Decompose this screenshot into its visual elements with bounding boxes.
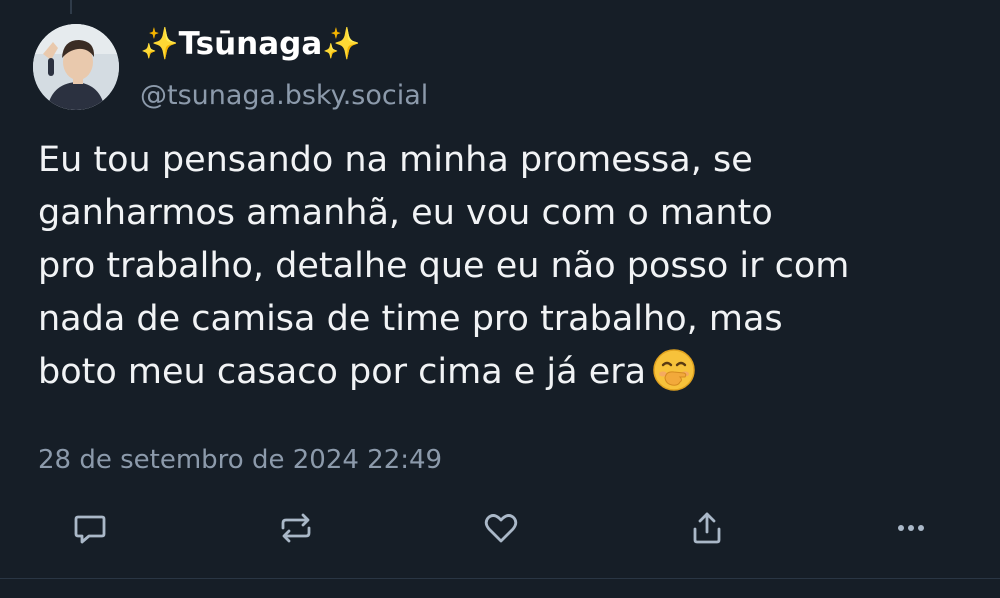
author-handle[interactable]: @tsunaga.bsky.social: [140, 76, 428, 116]
avatar-image: [33, 24, 119, 110]
speech-bubble-icon: [74, 515, 106, 544]
post-text-line: nada de camisa de time pro trabalho, mas: [38, 299, 783, 339]
post-timestamp: 28 de setembro de 2024 22:49: [38, 445, 443, 475]
post-text-line: ganharmos amanhã, eu vou com o manto: [38, 193, 773, 233]
post-text: Eu tou pensando na minha promessa, se ga…: [38, 134, 973, 399]
author-display-name[interactable]: ✨Tsūnaga✨: [140, 22, 361, 66]
more-options-button[interactable]: [888, 505, 934, 551]
avatar[interactable]: [33, 24, 119, 110]
post-text-line: Eu tou pensando na minha promessa, se: [38, 140, 753, 180]
post-view: ✨Tsūnaga✨ @tsunaga.bsky.social Eu tou pe…: [0, 0, 1000, 598]
like-button[interactable]: [478, 505, 524, 551]
reply-button[interactable]: [67, 505, 113, 551]
thread-connector-line: [70, 0, 72, 14]
face-with-hand-over-mouth-icon: [652, 348, 696, 392]
repost-icon: [281, 513, 311, 543]
post-text-line: pro trabalho, detalhe que eu não posso i…: [38, 246, 850, 286]
heart-icon: [484, 514, 518, 543]
post-text-line: boto meu casaco por cima e já era: [38, 352, 647, 392]
post-divider: [0, 578, 1000, 579]
share-button[interactable]: [684, 505, 730, 551]
repost-button[interactable]: [273, 505, 319, 551]
share-icon: [693, 512, 721, 544]
more-dots-icon: [898, 525, 924, 531]
post-text-line-last: boto meu casaco por cima e já era: [38, 346, 973, 399]
